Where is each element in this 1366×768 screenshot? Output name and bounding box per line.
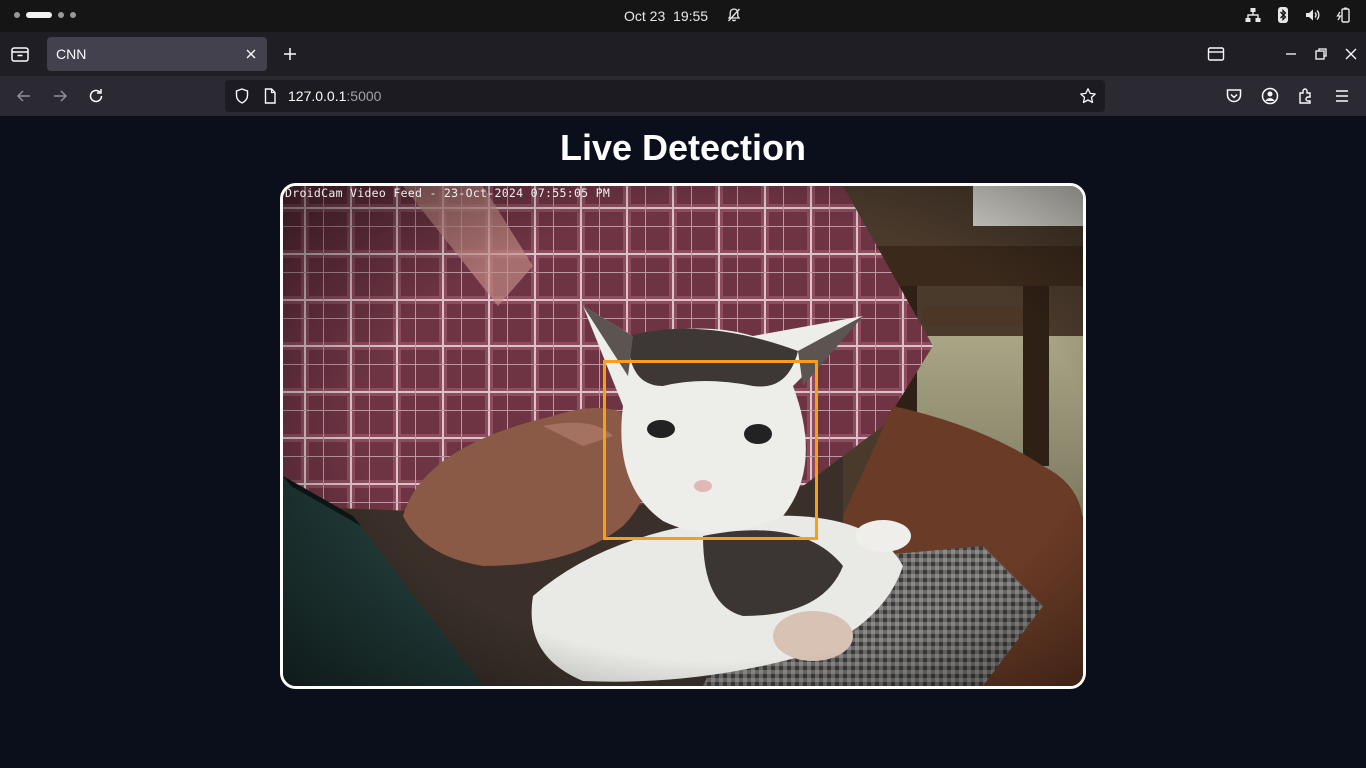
system-top-bar: Oct 23 19:55 xyxy=(0,0,1366,32)
restore-icon[interactable] xyxy=(1311,44,1331,64)
tracking-protection-shield-icon[interactable] xyxy=(233,87,251,105)
account-icon[interactable] xyxy=(1260,86,1280,106)
extensions-icon[interactable] xyxy=(1296,86,1316,106)
clock-time[interactable]: 19:55 xyxy=(673,8,708,24)
video-overlay-timestamp: DroidCam Video Feed - 23-Oct-2024 07:55:… xyxy=(285,186,611,200)
page-title: Live Detection xyxy=(559,127,807,168)
clock-date[interactable]: Oct 23 xyxy=(624,8,665,24)
browser-window-icon[interactable] xyxy=(1206,44,1226,64)
tab-cnn[interactable]: CNN xyxy=(47,37,267,71)
bookmark-star-icon[interactable] xyxy=(1079,87,1097,105)
volume-icon[interactable] xyxy=(1304,6,1322,24)
page-content: Live Detection DroidCam Video Feed - 23-… xyxy=(0,117,1366,768)
detection-bounding-box xyxy=(603,360,818,540)
system-tray[interactable] xyxy=(1244,6,1352,24)
browser-tab-strip: CNN xyxy=(0,32,1366,76)
menu-hamburger-icon[interactable] xyxy=(1332,86,1352,106)
reload-icon[interactable] xyxy=(86,86,106,106)
address-bar[interactable]: 127.0.0.1:5000 xyxy=(225,80,1105,112)
close-window-icon[interactable] xyxy=(1341,44,1361,64)
tab-list-icon[interactable] xyxy=(8,42,32,66)
bluetooth-icon[interactable] xyxy=(1274,6,1292,24)
tab-title: CNN xyxy=(56,46,87,62)
forward-arrow-icon[interactable] xyxy=(50,86,70,106)
url-text[interactable]: 127.0.0.1:5000 xyxy=(288,88,381,104)
back-arrow-icon[interactable] xyxy=(14,86,34,106)
url-host: 127.0.0.1 xyxy=(288,88,347,104)
close-tab-icon[interactable] xyxy=(243,46,259,62)
clock[interactable]: Oct 23 19:55 xyxy=(0,7,1366,26)
minimize-icon[interactable] xyxy=(1281,44,1301,64)
browser-nav-bar: 127.0.0.1:5000 xyxy=(0,76,1366,116)
video-feed: DroidCam Video Feed - 23-Oct-2024 07:55:… xyxy=(280,183,1086,689)
page-info-icon[interactable] xyxy=(261,87,279,105)
pocket-icon[interactable] xyxy=(1224,86,1244,106)
new-tab-icon[interactable] xyxy=(280,44,300,64)
network-icon[interactable] xyxy=(1244,6,1262,24)
url-port: :5000 xyxy=(346,88,382,104)
battery-icon[interactable] xyxy=(1334,6,1352,24)
notifications-muted-icon[interactable] xyxy=(726,7,742,26)
